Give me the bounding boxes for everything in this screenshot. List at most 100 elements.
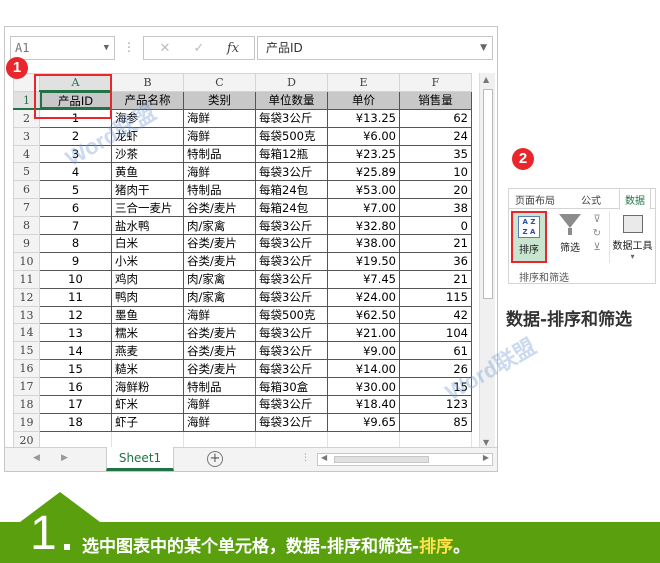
sheet-tab-sheet1[interactable]: Sheet1: [106, 447, 174, 471]
column-header-b[interactable]: B: [111, 73, 184, 92]
table-cell[interactable]: ¥7.45: [327, 269, 400, 289]
table-cell[interactable]: ¥21.00: [327, 323, 400, 343]
row-header[interactable]: 12: [13, 287, 40, 307]
table-cell[interactable]: 24: [399, 126, 472, 146]
table-cell[interactable]: ¥30.00: [327, 377, 400, 397]
table-cell[interactable]: 肉/家禽: [183, 287, 256, 307]
table-cell[interactable]: 海参: [111, 108, 184, 128]
table-cell[interactable]: 4: [39, 162, 112, 182]
next-sheet-icon[interactable]: ▶: [61, 453, 68, 463]
table-cell[interactable]: ¥9.65: [327, 412, 400, 432]
table-cell[interactable]: 谷类/麦片: [183, 359, 256, 379]
table-cell[interactable]: 肉/家禽: [183, 269, 256, 289]
table-cell[interactable]: 盐水鸭: [111, 216, 184, 236]
row-header[interactable]: 16: [13, 359, 40, 379]
table-cell[interactable]: 35: [399, 144, 472, 164]
table-cell[interactable]: 38: [399, 198, 472, 218]
table-cell[interactable]: 谷类/麦片: [183, 251, 256, 271]
row-header[interactable]: 17: [13, 377, 40, 397]
table-cell[interactable]: 26: [399, 359, 472, 379]
table-cell[interactable]: 小米: [111, 251, 184, 271]
table-cell[interactable]: 海鲜: [183, 412, 256, 432]
table-cell[interactable]: 猪肉干: [111, 180, 184, 200]
table-cell[interactable]: 每袋3公斤: [255, 216, 328, 236]
reapply-icon[interactable]: ↻: [593, 228, 601, 239]
table-cell[interactable]: 谷类/麦片: [183, 234, 256, 253]
table-cell[interactable]: 13: [39, 323, 112, 343]
vertical-scrollbar[interactable]: ▲ ▼: [479, 73, 495, 449]
table-cell[interactable]: 3: [39, 144, 112, 164]
scroll-thumb[interactable]: [483, 89, 493, 299]
row-header[interactable]: 6: [13, 180, 40, 200]
table-cell[interactable]: 每箱24包: [255, 198, 328, 218]
table-cell[interactable]: 每袋3公斤: [255, 108, 328, 128]
scroll-left-icon[interactable]: ◀: [321, 453, 327, 462]
table-cell[interactable]: 特制品: [183, 377, 256, 397]
table-cell[interactable]: 62: [399, 108, 472, 128]
clear-filter-icon[interactable]: ⊽: [593, 214, 600, 225]
row-header[interactable]: 15: [13, 341, 40, 361]
column-header-d[interactable]: D: [255, 73, 328, 92]
prev-sheet-icon[interactable]: ◀: [33, 453, 40, 463]
table-cell[interactable]: 18: [39, 412, 112, 432]
row-header[interactable]: 13: [13, 305, 40, 325]
table-cell[interactable]: 36: [399, 251, 472, 271]
sort-button[interactable]: A ZZ A 排序: [511, 211, 547, 263]
column-header-f[interactable]: F: [399, 73, 472, 92]
scroll-thumb[interactable]: [334, 456, 429, 463]
table-cell[interactable]: 海鲜: [183, 305, 256, 325]
table-cell[interactable]: 0: [399, 216, 472, 236]
table-cell[interactable]: 肉/家禽: [183, 216, 256, 236]
table-cell[interactable]: 每袋3公斤: [255, 269, 328, 289]
scroll-down-icon[interactable]: ▼: [483, 438, 489, 447]
table-cell[interactable]: ¥18.40: [327, 395, 400, 414]
table-cell[interactable]: 每袋3公斤: [255, 251, 328, 271]
table-cell[interactable]: 115: [399, 287, 472, 307]
column-header-c[interactable]: C: [183, 73, 256, 92]
chevron-down-icon[interactable]: ▼: [104, 37, 109, 59]
chevron-down-icon[interactable]: ▼: [480, 37, 487, 59]
row-header[interactable]: 5: [13, 162, 40, 182]
name-box[interactable]: A1 ▼: [10, 36, 115, 60]
table-cell[interactable]: 每箱12瓶: [255, 144, 328, 164]
table-cell[interactable]: ¥32.80: [327, 216, 400, 236]
table-cell[interactable]: 10: [399, 162, 472, 182]
row-header[interactable]: 11: [13, 269, 40, 289]
table-cell[interactable]: 42: [399, 305, 472, 325]
scroll-up-icon[interactable]: ▲: [483, 75, 489, 84]
table-cell[interactable]: 海鲜: [183, 162, 256, 182]
table-cell[interactable]: 虾米: [111, 395, 184, 414]
row-header[interactable]: 8: [13, 216, 40, 236]
table-cell[interactable]: 每袋3公斤: [255, 234, 328, 253]
table-cell[interactable]: ¥6.00: [327, 126, 400, 146]
table-cell[interactable]: 14: [39, 341, 112, 361]
tab-data[interactable]: 数据: [619, 188, 651, 210]
table-cell[interactable]: ¥38.00: [327, 234, 400, 253]
table-cell[interactable]: 85: [399, 412, 472, 432]
table-cell[interactable]: 鸭肉: [111, 287, 184, 307]
row-header[interactable]: 9: [13, 234, 40, 253]
table-cell[interactable]: 每袋3公斤: [255, 341, 328, 361]
table-cell[interactable]: 每袋3公斤: [255, 287, 328, 307]
table-cell[interactable]: 黄鱼: [111, 162, 184, 182]
table-cell[interactable]: 鸡肉: [111, 269, 184, 289]
table-cell[interactable]: 20: [399, 180, 472, 200]
table-cell[interactable]: 谷类/麦片: [183, 323, 256, 343]
table-cell[interactable]: 17: [39, 395, 112, 414]
row-header[interactable]: 4: [13, 144, 40, 164]
table-cell[interactable]: 8: [39, 234, 112, 253]
table-cell[interactable]: ¥24.00: [327, 287, 400, 307]
table-cell[interactable]: 糯米: [111, 323, 184, 343]
table-cell[interactable]: 11: [39, 287, 112, 307]
column-header-e[interactable]: E: [327, 73, 400, 92]
advanced-filter-icon[interactable]: ⊻: [593, 242, 600, 253]
row-header[interactable]: 19: [13, 412, 40, 432]
row-header[interactable]: 10: [13, 251, 40, 271]
data-tools-button[interactable]: 数据工具 ▾: [609, 211, 655, 263]
table-cell[interactable]: 每袋500克: [255, 305, 328, 325]
table-cell[interactable]: 谷类/麦片: [183, 341, 256, 361]
row-header[interactable]: 7: [13, 198, 40, 218]
table-cell[interactable]: 墨鱼: [111, 305, 184, 325]
filter-button[interactable]: 筛选: [555, 211, 585, 257]
table-cell[interactable]: 糙米: [111, 359, 184, 379]
